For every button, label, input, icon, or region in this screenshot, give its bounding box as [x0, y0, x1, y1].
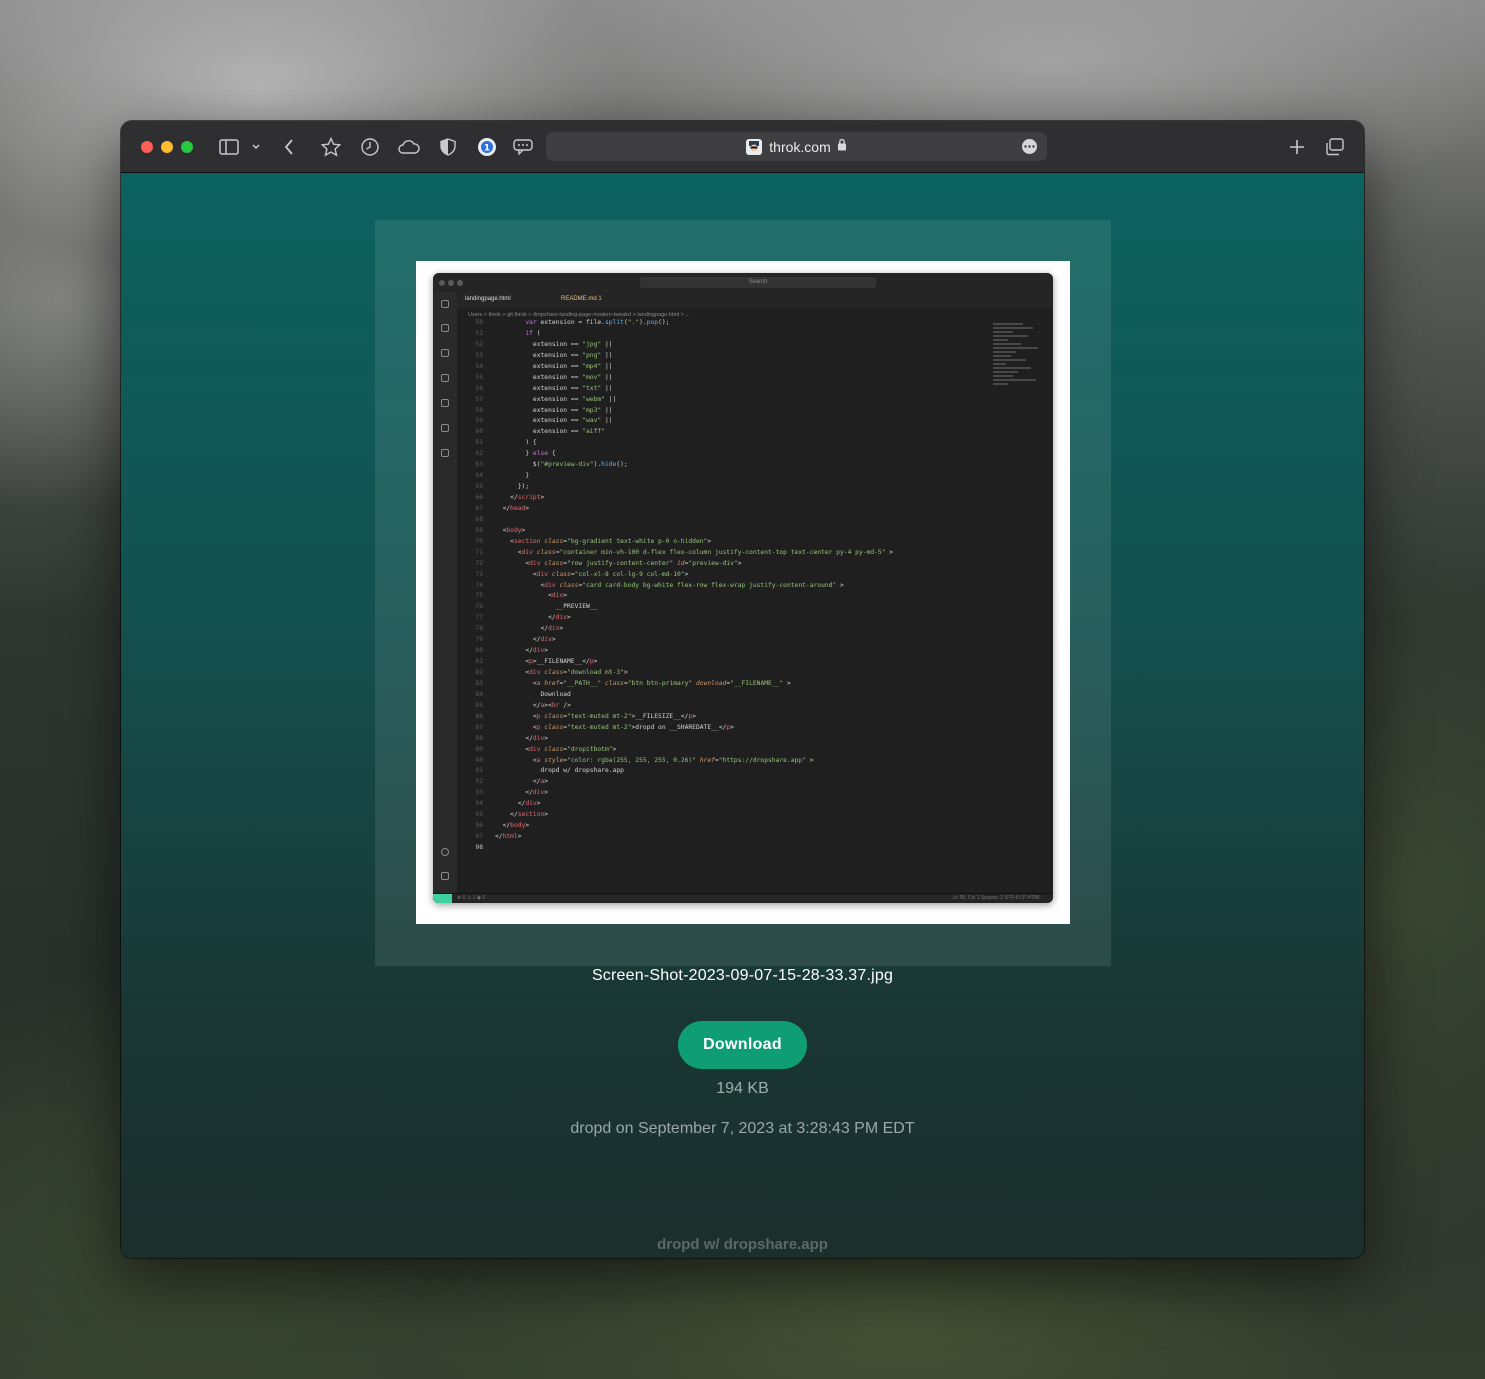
preview-minimap	[993, 323, 1043, 423]
download-button[interactable]: Download	[678, 1021, 807, 1069]
preview-code: 50 var extension = file.split(".").pop()…	[475, 319, 894, 851]
preview-search: Search	[640, 277, 876, 288]
share-date: dropd on September 7, 2023 at 3:28:43 PM…	[570, 1120, 915, 1137]
close-window-button[interactable]	[141, 141, 153, 153]
cloud-icon[interactable]	[397, 135, 421, 159]
dropshare-link[interactable]: dropd w/ dropshare.app	[121, 1236, 1364, 1253]
preview-tabs: landingpage.html README.md 1	[457, 292, 1053, 308]
sidebar-icon[interactable]	[218, 135, 240, 159]
remote-indicator	[433, 894, 452, 903]
preview-tab-readme: README.md 1	[561, 296, 602, 302]
preview-tab-landingpage: landingpage.html	[465, 296, 511, 302]
site-favicon	[746, 138, 763, 155]
more-icon[interactable]	[1022, 139, 1037, 154]
preview-activity-bar	[433, 292, 457, 894]
address-domain: throk.com	[769, 138, 831, 155]
file-name: Screen-Shot-2023-09-07-15-28-33.37.jpg	[591, 967, 894, 984]
browser-window: 1 throk.com Search landingpage.html READ…	[121, 121, 1364, 1258]
new-tab-icon[interactable]	[1287, 135, 1307, 159]
preview-statusbar: ⊗ 0 ⚠ 1 ◉ 0 Ln 98, Col 1 Spaces: 2 UTF-8…	[433, 893, 1053, 903]
preview-card: Search landingpage.html README.md 1 User…	[416, 261, 1070, 924]
file-size: 194 KB	[716, 1080, 769, 1097]
tab-overview-icon[interactable]	[1324, 135, 1346, 159]
chat-icon[interactable]	[512, 135, 534, 159]
browser-toolbar: 1 throk.com	[121, 121, 1364, 173]
page-content: Search landingpage.html README.md 1 User…	[121, 173, 1364, 1258]
preview-editor-titlebar: Search	[433, 273, 1053, 293]
minimize-window-button[interactable]	[161, 141, 173, 153]
star-icon[interactable]	[320, 135, 342, 159]
extension-icon[interactable]: 1	[476, 135, 498, 159]
preview-image[interactable]: Search landingpage.html README.md 1 User…	[433, 273, 1053, 903]
svg-text:1: 1	[484, 144, 490, 154]
preview-frame: Search landingpage.html README.md 1 User…	[375, 220, 1111, 966]
chevron-down-icon[interactable]	[250, 135, 262, 159]
address-bar[interactable]: throk.com	[546, 132, 1047, 161]
lock-icon	[837, 138, 847, 156]
shield-icon[interactable]	[439, 135, 457, 159]
back-icon[interactable]	[281, 135, 297, 159]
preview-status-problems: ⊗ 0 ⚠ 1 ◉ 0	[457, 895, 486, 901]
preview-status-info: Ln 98, Col 1 Spaces: 2 UTF-8 LF HTML	[952, 895, 1041, 901]
history-icon[interactable]	[359, 135, 381, 159]
zoom-window-button[interactable]	[181, 141, 193, 153]
